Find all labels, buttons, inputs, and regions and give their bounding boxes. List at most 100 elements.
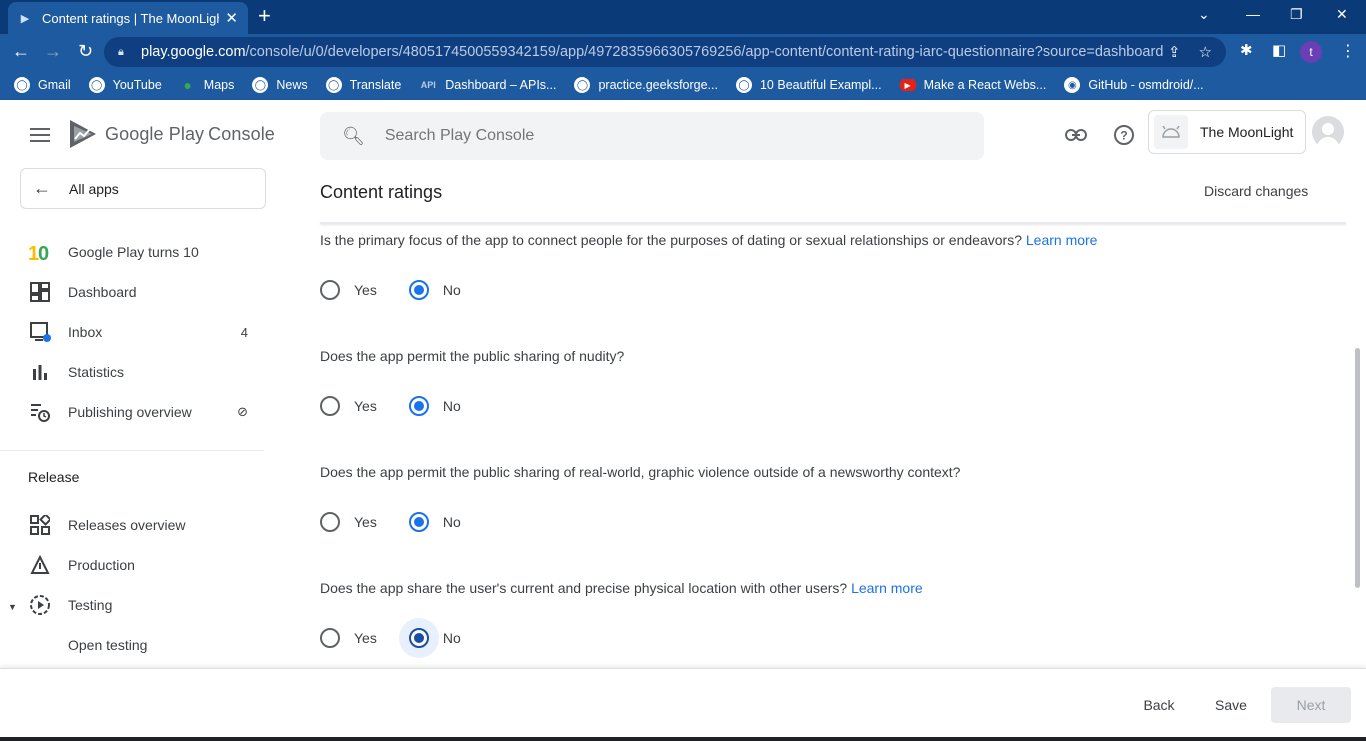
sidebar-item-releases-overview[interactable]: Releases overview	[28, 513, 258, 537]
bookmark-dashboard-apis[interactable]: API Dashboard – APIs...	[419, 77, 557, 93]
bookmark-news[interactable]: ◯ News	[252, 77, 308, 93]
restore-icon[interactable]: ❐	[1290, 6, 1303, 23]
globe-icon: ◯	[325, 77, 342, 93]
close-tab-icon[interactable]: ✕	[225, 9, 238, 27]
bookmark-maps[interactable]: ● Maps	[180, 77, 235, 93]
radio-option-yes[interactable]: Yes	[320, 628, 377, 648]
share-icon[interactable]: ⇪	[1168, 43, 1181, 61]
globe-icon: ◯	[252, 77, 269, 93]
browser-tab[interactable]: ▶ Content ratings | The MoonLight ✕	[8, 2, 248, 34]
bookmark-beautiful-examples[interactable]: ◯ 10 Beautiful Exampl...	[735, 77, 882, 93]
globe-icon: ◯	[14, 77, 30, 93]
api-icon: API	[420, 80, 436, 90]
footer-actions: Back Save Next	[0, 668, 1366, 741]
url-host: play.google.com	[141, 44, 246, 60]
url-path: /console/u/0/developers/4805174500559342…	[245, 44, 1164, 60]
sidebar: ← All apps 10 Google Play turns 10 Dashb…	[0, 168, 266, 668]
radio-group-violence: Yes No	[320, 510, 461, 534]
radio-option-no[interactable]: No	[408, 280, 461, 300]
bookmark-translate[interactable]: ◯ Translate	[325, 77, 401, 93]
lock-icon: 🔒︎	[118, 45, 124, 58]
search-input[interactable]	[384, 127, 885, 145]
back-arrow-icon[interactable]: ←	[12, 41, 30, 61]
radio-option-no[interactable]: No	[408, 628, 461, 648]
sidebar-item-production[interactable]: Production	[28, 553, 258, 577]
link-icon[interactable]	[1065, 124, 1087, 146]
tab-search-chevron-icon[interactable]: ⌄	[1198, 6, 1210, 23]
radio-option-yes[interactable]: Yes	[320, 512, 377, 532]
brand-name: Google Play Console	[105, 124, 275, 144]
save-button[interactable]: Save	[1204, 687, 1258, 723]
sidebar-item-testing[interactable]: Testing	[28, 593, 258, 617]
reload-icon[interactable]: ↻	[78, 41, 93, 61]
search-icon: 🔍︎	[342, 125, 365, 146]
bookmark-react-website[interactable]: ▶ Make a React Webs...	[899, 78, 1046, 92]
sidebar-item-open-testing[interactable]: Open testing	[28, 633, 258, 657]
bookmark-star-icon[interactable]: ☆	[1199, 43, 1212, 61]
close-window-icon[interactable]: ✕	[1336, 6, 1348, 23]
learn-more-link[interactable]: Learn more	[1026, 232, 1098, 248]
radio-option-no[interactable]: No	[408, 512, 461, 532]
radio-yes[interactable]	[320, 280, 340, 300]
github-icon: ◉	[1064, 77, 1081, 93]
radio-option-yes[interactable]: Yes	[320, 396, 377, 416]
search-bar[interactable]: 🔍︎	[320, 112, 984, 160]
discard-changes-button[interactable]: Discard changes	[1204, 183, 1308, 199]
back-button[interactable]: Back	[1132, 687, 1186, 723]
browser-menu-icon[interactable]: ⋮	[1340, 41, 1356, 61]
help-icon[interactable]: ?	[1113, 124, 1135, 146]
sidebar-item-play-turns-10[interactable]: 10 Google Play turns 10	[28, 240, 258, 264]
radio-yes[interactable]	[320, 512, 340, 532]
sidebar-item-dashboard[interactable]: Dashboard	[28, 280, 258, 304]
minimize-icon[interactable]: —	[1246, 6, 1260, 22]
radio-no[interactable]	[408, 512, 429, 532]
sidebar-item-inbox[interactable]: Inbox 4	[28, 320, 258, 344]
radio-no[interactable]	[408, 280, 429, 300]
back-arrow-icon: ←	[33, 178, 51, 198]
radio-yes[interactable]	[320, 628, 340, 648]
browser-toolbar: ← → ↻ 🔒︎ play.google.com/console/u/0/dev…	[0, 34, 1366, 70]
svg-text:?: ?	[1120, 129, 1127, 143]
globe-icon: ◯	[88, 77, 105, 93]
bookmarks-bar: ◯ Gmail ◯ YouTube ● Maps ◯ News ◯ Translate A…	[0, 70, 1366, 100]
new-tab-icon[interactable]: +	[258, 5, 271, 27]
radio-group-nudity: Yes No	[320, 394, 461, 418]
user-avatar[interactable]	[1312, 116, 1344, 148]
next-button[interactable]: Next	[1271, 687, 1351, 723]
publishing-icon	[28, 400, 52, 424]
radio-no[interactable]	[408, 628, 429, 648]
sidebar-item-statistics[interactable]: Statistics	[28, 360, 258, 384]
profile-avatar[interactable]: t	[1300, 41, 1322, 63]
side-panel-icon[interactable]: ◧	[1272, 41, 1286, 59]
app-switcher[interactable]: The MoonLight	[1148, 110, 1306, 154]
bookmark-geeksforgeeks[interactable]: ◯ practice.geeksforge...	[574, 77, 718, 93]
extensions-puzzle-icon[interactable]: ✱	[1240, 41, 1253, 59]
browser-titlebar: ▶ Content ratings | The MoonLight ✕ + ⌄ …	[0, 0, 1366, 34]
expand-caret-icon[interactable]: ▼	[8, 602, 17, 612]
page-title: Content ratings	[320, 182, 443, 202]
forward-arrow-icon[interactable]: →	[44, 41, 62, 61]
scrollbar-thumb[interactable]	[1355, 348, 1360, 588]
bookmark-youtube[interactable]: ◯ YouTube	[88, 77, 162, 93]
radio-option-no[interactable]: No	[408, 396, 461, 416]
bookmark-github[interactable]: ◉ GitHub - osmdroid/...	[1064, 77, 1204, 93]
globe-icon: ◯	[735, 77, 752, 93]
play-console-favicon-icon: ▶	[20, 12, 30, 25]
radio-option-yes[interactable]: Yes	[320, 280, 377, 300]
menu-hamburger-icon[interactable]	[30, 128, 50, 142]
bookmark-gmail[interactable]: ◯ Gmail	[14, 77, 71, 93]
all-apps-button[interactable]: ← All apps	[20, 168, 266, 209]
learn-more-link[interactable]: Learn more	[851, 580, 923, 596]
taskbar-edge	[0, 737, 1366, 741]
radio-no[interactable]	[408, 396, 429, 416]
question-nudity: Does the app permit the public sharing o…	[320, 348, 625, 364]
question-dating: Is the primary focus of the app to conne…	[320, 232, 1098, 248]
radio-yes[interactable]	[320, 396, 340, 416]
address-bar[interactable]: 🔒︎ play.google.com/console/u/0/developer…	[104, 37, 1226, 67]
question-violence: Does the app permit the public sharing o…	[320, 464, 961, 480]
tab-title: Content ratings | The MoonLight	[42, 10, 220, 26]
svg-text:0: 0	[38, 243, 49, 263]
account-app-name: The MoonLight	[1200, 124, 1294, 140]
sidebar-item-publishing-overview[interactable]: Publishing overview ⊘	[28, 400, 258, 424]
android-icon	[1154, 115, 1188, 149]
